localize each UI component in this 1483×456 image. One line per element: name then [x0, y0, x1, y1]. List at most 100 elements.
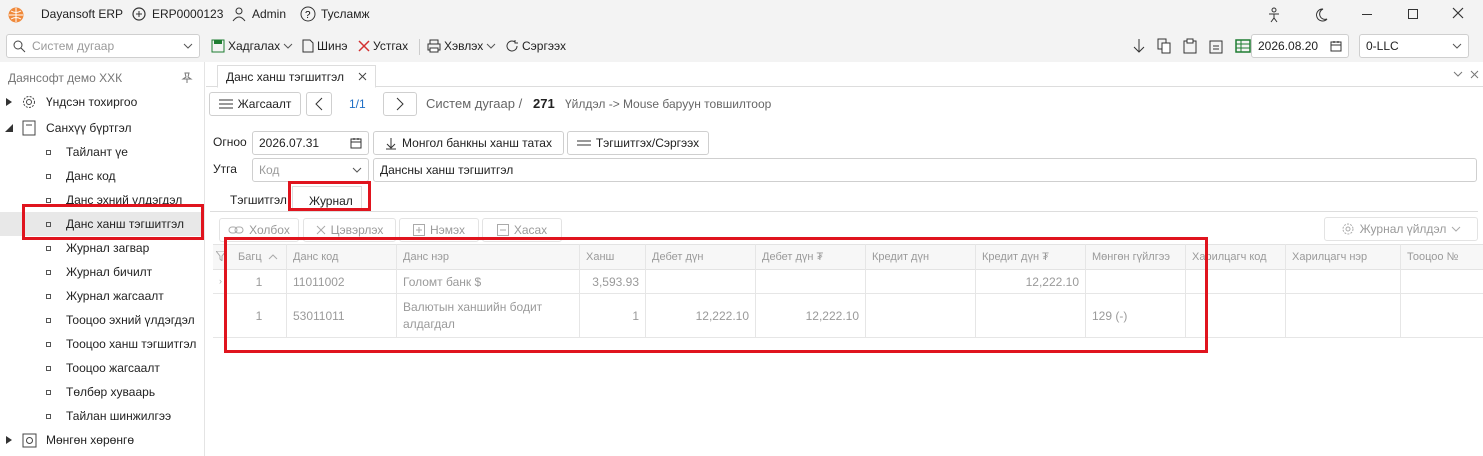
tab-dropdown-icon[interactable] [1453, 71, 1463, 77]
safe-icon [22, 433, 37, 448]
cell-settlement-no[interactable] [1401, 270, 1483, 294]
list-button-label: Жагсаалт [237, 97, 292, 111]
accessibility-icon[interactable] [1266, 7, 1282, 23]
delete-label: Устгах [373, 39, 409, 53]
bullet-icon [46, 341, 51, 347]
gear-icon [1341, 222, 1355, 236]
company-select[interactable]: 0-LLC [1359, 34, 1469, 58]
sidebar-item-label: Төлбөр хуваарь [66, 385, 156, 399]
link-label: Холбох [249, 223, 290, 237]
expand-arrow-icon[interactable] [6, 98, 12, 106]
list-button[interactable]: Жагсаалт [209, 92, 301, 116]
minimize-button[interactable] [1362, 14, 1372, 15]
main-toolbar: Систем дугаар Хадгалах Шинэ Устгах Хэвлэ… [0, 30, 1483, 62]
print-button[interactable]: Хэвлэх [427, 35, 496, 57]
save-button[interactable]: Хадгалах [211, 35, 293, 57]
new-button[interactable]: Шинэ [302, 35, 347, 57]
svg-text:?: ? [305, 10, 311, 21]
close-all-icon[interactable] [1470, 70, 1479, 79]
equalize-restore-button[interactable]: Тэгшитгэх/Сэргээх [567, 131, 709, 155]
database-icon [131, 6, 147, 22]
theme-toggle-icon[interactable] [1313, 7, 1329, 23]
sidebar-item-label: Журнал загвар [66, 241, 150, 255]
system-number-search[interactable]: Систем дугаар [6, 34, 200, 58]
sidebar-item-report-analysis[interactable]: Тайлан шинжилгээ [0, 404, 205, 428]
paste-icon[interactable] [1183, 38, 1197, 54]
chevron-down-icon [1451, 226, 1461, 232]
sidebar-item-label: Тайлант үе [66, 145, 128, 159]
sidebar-item-settlement-revaluation[interactable]: Тооцоо ханш тэгшитгэл [0, 332, 205, 356]
page-indicator: 1/1 [349, 97, 366, 111]
type-label: Утга [213, 162, 237, 176]
sidebar-item-label: Үндсэн тохиргоо [46, 95, 138, 109]
sidebar-header: Даянсофт демо ХХК [0, 66, 205, 90]
sidebar-item-label: Тооцоо эхний үлдэгдэл [66, 313, 195, 327]
highlight-journal-grid [224, 237, 1208, 353]
gear-icon [21, 94, 37, 110]
bullet-icon [46, 389, 51, 395]
date-field-value: 2026.07.31 [259, 136, 320, 150]
clipboard-icon[interactable] [1209, 38, 1223, 54]
help-link[interactable]: Тусламж [321, 7, 369, 21]
date-value: 2026.08.20 [1258, 39, 1319, 53]
cell-partner-name[interactable] [1286, 270, 1401, 294]
download-icon[interactable] [1133, 38, 1145, 54]
bullet-icon [46, 269, 51, 275]
system-number-label: Систем дугаар / [426, 96, 523, 111]
sidebar-item-payment-schedule[interactable]: Төлбөр хуваарь [0, 380, 205, 404]
sidebar-item-journal-entry[interactable]: Журнал бичилт [0, 260, 205, 284]
sidebar-item-settlement-opening[interactable]: Тооцоо эхний үлдэгдэл [0, 308, 205, 332]
database-name[interactable]: ERP0000123 [152, 7, 223, 21]
spreadsheet-icon[interactable] [1235, 39, 1251, 53]
chevron-right-icon [396, 97, 404, 111]
sidebar-item-finance[interactable]: Санхүү бүртгэл [0, 116, 205, 140]
collapse-arrow-icon[interactable] [5, 124, 13, 132]
document-tab[interactable]: Данс ханш тэгшитгэл [217, 65, 376, 88]
sidebar-item-label: Данс код [66, 169, 116, 183]
maximize-button[interactable] [1408, 9, 1418, 19]
tab-equalization[interactable]: Тэгшитгэл [230, 193, 287, 207]
close-window-button[interactable] [1451, 6, 1465, 20]
date-field[interactable]: 2026.07.31 [252, 131, 369, 155]
code-placeholder: Код [259, 163, 280, 177]
next-record-button[interactable] [383, 92, 417, 116]
journal-action-button[interactable]: Журнал үйлдэл [1324, 217, 1478, 241]
cell-partner-name[interactable] [1286, 294, 1401, 338]
user-name[interactable]: Admin [252, 7, 286, 21]
app-name: Dayansoft ERP [41, 7, 124, 21]
sidebar-item-cash[interactable]: Мөнгөн хөрөнгө [0, 428, 205, 452]
help-icon: ? [300, 6, 316, 22]
system-number-value: 271 [533, 96, 555, 111]
toolbar-right-icons [1133, 38, 1251, 54]
description-field[interactable]: Дансны ханш тэгшитгэл [373, 158, 1477, 182]
sidebar-item-period[interactable]: Тайлант үе [0, 140, 205, 164]
cell-settlement-no[interactable] [1401, 294, 1483, 338]
col-header-partner-name[interactable]: Харилцагч нэр [1286, 244, 1401, 270]
sidebar-item-label: Тайлан шинжилгээ [66, 409, 172, 423]
refresh-button[interactable]: Сэргээх [505, 35, 566, 57]
fetch-mongolbank-rate-button[interactable]: Монгол банкны ханш татах [373, 131, 564, 155]
close-tab-icon[interactable] [358, 72, 367, 81]
sidebar-item-account-code[interactable]: Данс код [0, 164, 205, 188]
sidebar-item-settlement-list[interactable]: Тооцоо жагсаалт [0, 356, 205, 380]
pin-icon[interactable] [181, 72, 193, 84]
sidebar-item-label: Тооцоо жагсаалт [66, 361, 160, 375]
printer-icon [427, 39, 441, 53]
chevron-down-icon [183, 43, 193, 49]
delete-button[interactable]: Устгах [358, 35, 408, 57]
bullet-icon [46, 365, 51, 371]
code-select[interactable]: Код [252, 158, 369, 182]
sidebar-item-label: Мөнгөн хөрөнгө [46, 433, 135, 447]
sidebar-item-journal-list[interactable]: Журнал жагсаалт [0, 284, 205, 308]
user-icon [231, 6, 247, 22]
copy-icon[interactable] [1157, 38, 1171, 54]
highlight-journal-tab [288, 181, 371, 211]
expand-arrow-icon[interactable] [6, 436, 12, 444]
date-picker[interactable]: 2026.08.20 [1251, 34, 1349, 58]
remove-label: Хасах [513, 223, 548, 237]
prev-record-button[interactable] [306, 92, 332, 116]
sidebar-item-basic-settings[interactable]: Үндсэн тохиргоо [0, 90, 205, 114]
refresh-label: Сэргээх [522, 39, 566, 53]
col-header-settlement-no[interactable]: Тооцоо № [1401, 244, 1483, 270]
bullet-icon [46, 197, 51, 203]
